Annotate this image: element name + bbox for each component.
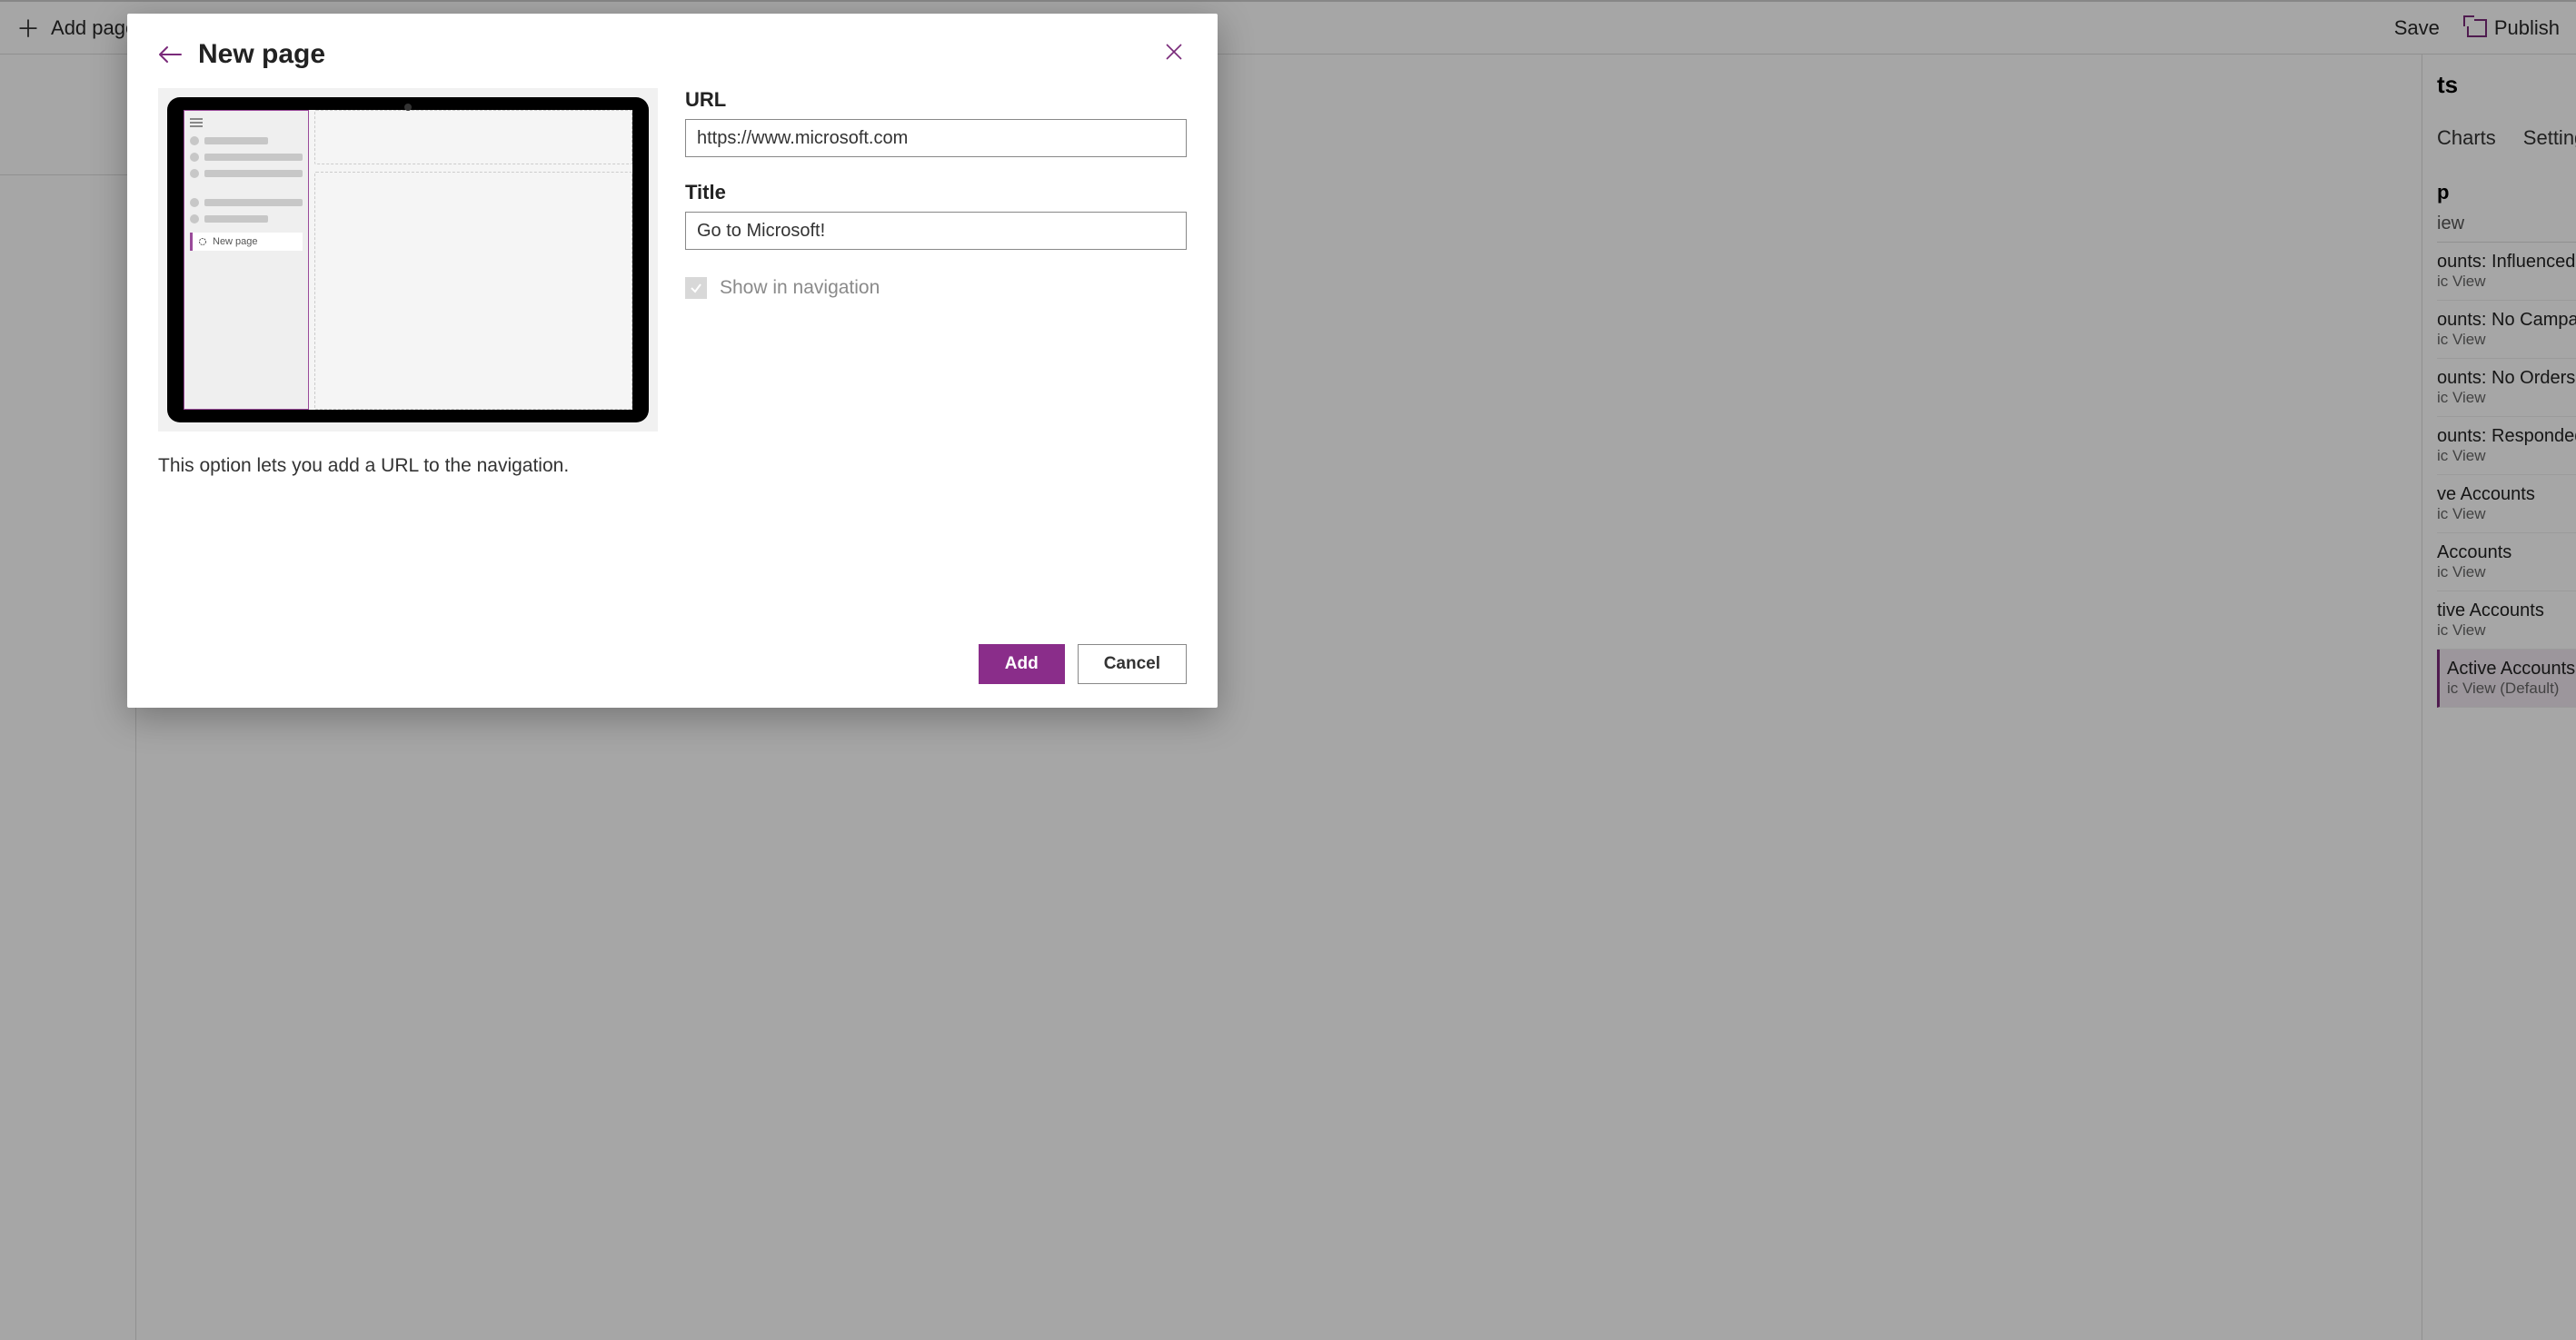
modal-description: This option lets you add a URL to the na… — [158, 432, 658, 477]
show-in-nav-checkbox: Show in navigation — [685, 277, 1187, 299]
title-label: Title — [685, 181, 1187, 204]
close-button[interactable] — [1161, 39, 1187, 65]
close-icon — [1165, 43, 1183, 61]
checkbox-checked-disabled-icon — [685, 277, 707, 299]
add-button[interactable]: Add — [979, 644, 1065, 684]
title-input[interactable] — [685, 212, 1187, 250]
preview-new-page-row: New page — [190, 233, 303, 251]
modal-title: New page — [198, 39, 325, 70]
url-label: URL — [685, 88, 1187, 112]
url-input[interactable] — [685, 119, 1187, 157]
arrow-left-icon — [158, 45, 182, 64]
cancel-button[interactable]: Cancel — [1078, 644, 1187, 684]
preview-new-page-label: New page — [213, 236, 258, 247]
new-page-modal: New page — [127, 14, 1218, 708]
show-in-nav-label: Show in navigation — [720, 277, 880, 299]
preview-image: New page — [158, 88, 658, 432]
back-button[interactable] — [158, 45, 182, 64]
